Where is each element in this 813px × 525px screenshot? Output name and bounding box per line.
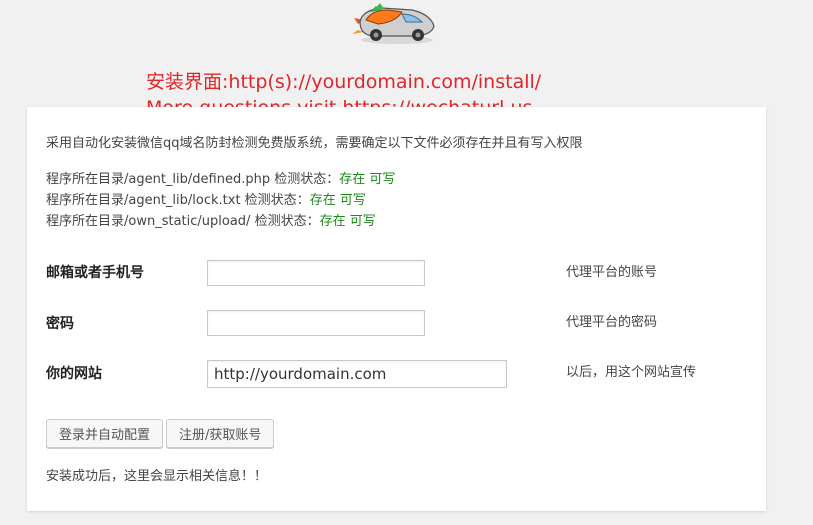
account-label: 邮箱或者手机号: [46, 265, 144, 281]
password-hint: 代理平台的密码: [566, 315, 658, 330]
file-check-path: 程序所在目录/own_static/upload/ 检测状态：: [46, 214, 320, 229]
file-check-row: 程序所在目录/agent_lib/defined.php 检测状态：存在 可写: [46, 171, 395, 189]
install-card: 采用自动化安装微信qq域名防封检测免费版系统，需要确定以下文件必须存在并且有写入…: [27, 107, 766, 511]
website-input[interactable]: [207, 360, 507, 388]
file-check-row: 程序所在目录/agent_lib/lock.txt 检测状态：存在 可写: [46, 192, 366, 210]
file-check-status: 存在 可写: [319, 214, 376, 229]
file-check-path: 程序所在目录/agent_lib/lock.txt 检测状态：: [46, 193, 310, 208]
file-check-status: 存在 可写: [309, 193, 366, 208]
file-check-row: 程序所在目录/own_static/upload/ 检测状态：存在 可写: [46, 213, 376, 231]
install-url-note: 安装界面:http(s)://yourdomain.com/install/: [146, 71, 542, 93]
file-check-path: 程序所在目录/agent_lib/defined.php 检测状态：: [46, 172, 340, 187]
rocket-car-logo: [352, 3, 435, 44]
account-input[interactable]: [207, 260, 425, 286]
password-input[interactable]: [207, 310, 425, 336]
intro-text: 采用自动化安装微信qq域名防封检测免费版系统，需要确定以下文件必须存在并且有写入…: [46, 136, 583, 151]
register-button[interactable]: 注册/获取账号: [166, 419, 275, 448]
website-hint: 以后，用这个网站宣传: [566, 365, 697, 380]
website-label: 你的网站: [46, 366, 102, 382]
file-check-status: 存在 可写: [339, 172, 396, 187]
result-message: 安装成功后，这里会显示相关信息！！: [46, 469, 268, 484]
login-configure-button[interactable]: 登录并自动配置: [46, 419, 164, 448]
password-label: 密码: [46, 316, 74, 332]
account-hint: 代理平台的账号: [566, 265, 658, 280]
